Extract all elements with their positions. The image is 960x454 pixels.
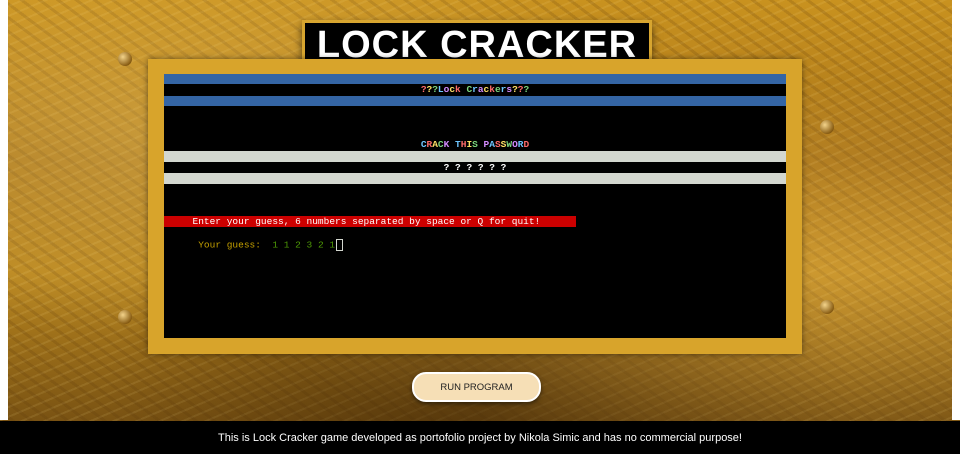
guess-input[interactable]: 1 1 2 3 2 1	[272, 240, 335, 251]
terminal[interactable]: ???Lock Crackers??? CRACK THIS PASSWORD …	[164, 74, 786, 338]
rivet-decoration	[820, 120, 834, 134]
banner-bar-bottom	[164, 96, 786, 106]
right-edge	[952, 0, 960, 420]
guess-label: Your guess:	[198, 239, 273, 251]
crack-title: CRACK THIS PASSWORD	[420, 139, 530, 150]
banner-bar-top	[164, 74, 786, 84]
terminal-frame: ???Lock Crackers??? CRACK THIS PASSWORD …	[148, 59, 802, 354]
left-edge	[0, 0, 8, 420]
banner-text: ???Lock Crackers???	[420, 84, 530, 95]
rivet-decoration	[118, 52, 132, 66]
rivet-decoration	[118, 310, 132, 324]
footer: This is Lock Cracker game developed as p…	[0, 421, 960, 454]
rivet-decoration	[820, 300, 834, 314]
code-bar-top	[164, 151, 786, 162]
run-program-button[interactable]: RUN PROGRAM	[412, 372, 541, 402]
hidden-code: ? ? ? ? ? ?	[443, 162, 507, 173]
text-cursor	[336, 239, 344, 251]
guess-prompt: Enter your guess, 6 numbers separated by…	[164, 216, 576, 227]
guess-input-line[interactable]: Your guess: 1 1 2 3 2 1	[164, 228, 344, 251]
footer-text: This is Lock Cracker game developed as p…	[218, 431, 742, 444]
code-bar-bottom	[164, 173, 786, 184]
